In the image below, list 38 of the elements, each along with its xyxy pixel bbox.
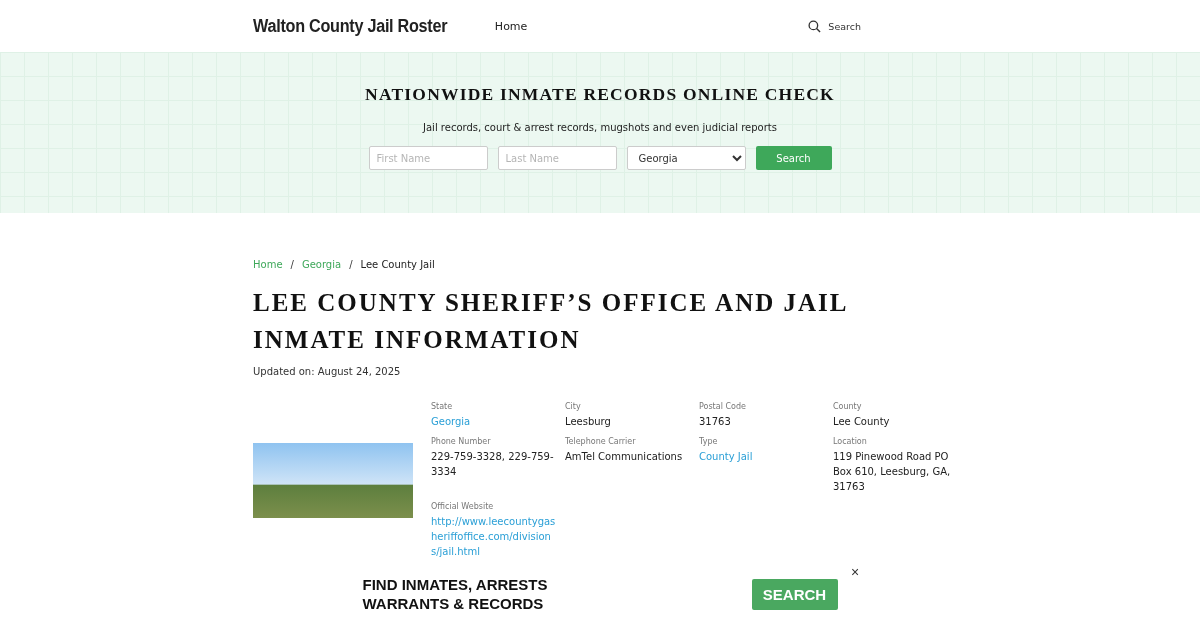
search-link[interactable]: Search xyxy=(808,19,861,33)
field-label: County xyxy=(833,402,863,411)
ad-headline: FIND INMATES, ARRESTS WARRANTS & RECORDS xyxy=(362,575,549,613)
updated-date: Updated on: August 24, 2025 xyxy=(253,366,402,377)
field-label: Official Website xyxy=(431,502,495,511)
field-value: 229-759-3328, 229-759-3334 xyxy=(431,450,555,479)
breadcrumb-link[interactable]: Home xyxy=(253,259,283,270)
breadcrumb-separator: / xyxy=(290,259,294,270)
field-value: Leesburg xyxy=(565,415,612,429)
field-value: 31763 xyxy=(699,415,732,429)
breadcrumb-separator: / xyxy=(349,259,353,270)
field-link[interactable]: http://www.leecountygasheriffoffice.com/divisions/jail.html xyxy=(431,514,557,559)
ad-search-button[interactable]: SEARCH xyxy=(751,578,838,610)
state-dropdown[interactable]: Georgia xyxy=(626,146,746,170)
search-button[interactable]: Search xyxy=(755,146,832,170)
field-value: Lee County xyxy=(833,415,891,429)
first-name-field[interactable]: First Name xyxy=(368,146,488,170)
breadcrumb-link[interactable]: Georgia xyxy=(301,259,342,270)
field-link[interactable]: County Jail xyxy=(699,449,825,464)
field-label: City xyxy=(565,402,582,411)
close-button[interactable]: × xyxy=(848,564,863,580)
search-icon xyxy=(808,19,822,33)
field-label: Type xyxy=(699,437,719,446)
site-title[interactable]: Walton County Jail Roster xyxy=(253,15,448,37)
field-label: Postal Code xyxy=(699,402,747,411)
field-value: 119 Pinewood Road PO Box 610, Leesburg, GA, 31763 xyxy=(833,450,952,494)
field-label: State xyxy=(431,402,454,411)
breadcrumb-current: Lee County Jail xyxy=(360,259,435,270)
nav-link[interactable]: Home xyxy=(494,19,528,33)
field-label: Phone Number xyxy=(431,437,492,446)
last-name-field[interactable]: Last Name xyxy=(497,146,617,170)
hero-subtitle: Jail records, court & arrest records, mugshots and even judicial reports xyxy=(423,122,777,133)
page-title: LEE COUNTY SHERIFF’S OFFICE AND JAIL INMATE INFORMATION xyxy=(253,288,849,355)
hero-title: NATIONWIDE INMATE RECORDS ONLINE CHECK xyxy=(365,84,835,105)
field-link[interactable]: Georgia xyxy=(431,414,557,429)
field-value: AmTel Communications xyxy=(565,450,684,464)
field-label: Location xyxy=(833,437,868,446)
field-label: Telephone Carrier xyxy=(565,437,637,446)
